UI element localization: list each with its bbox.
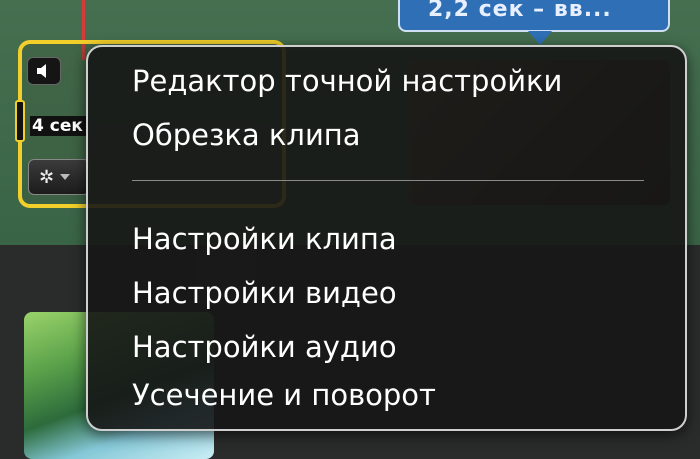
bubble-pointer — [528, 31, 552, 45]
menu-item-clip-adjustments[interactable]: Настройки клипа — [132, 221, 397, 257]
clip-action-menu: Редактор точной настройки Обрезка клипа … — [86, 45, 687, 431]
menu-item-crop-and-rotate[interactable]: Усечение и поворот — [132, 377, 436, 413]
audio-button[interactable] — [27, 57, 61, 85]
clip-action-menu-button[interactable]: ✲ — [28, 159, 90, 195]
menu-item-audio-adjustments[interactable]: Настройки аудио — [132, 329, 397, 365]
gear-icon: ✲ — [39, 166, 55, 188]
menu-item-precision-editor[interactable]: Редактор точной настройки — [132, 63, 562, 99]
chevron-down-icon — [60, 174, 71, 180]
menu-separator — [132, 180, 644, 181]
menu-item-clip-trimmer[interactable]: Обрезка клипа — [132, 117, 361, 153]
clip-duration-label: 4 сек — [30, 116, 86, 136]
clip-trim-handle[interactable] — [15, 100, 25, 142]
transition-duration-bubble[interactable]: 2,2 сек – вв... — [398, 0, 670, 32]
speaker-icon — [37, 64, 46, 78]
menu-item-video-adjustments[interactable]: Настройки видео — [132, 275, 397, 311]
